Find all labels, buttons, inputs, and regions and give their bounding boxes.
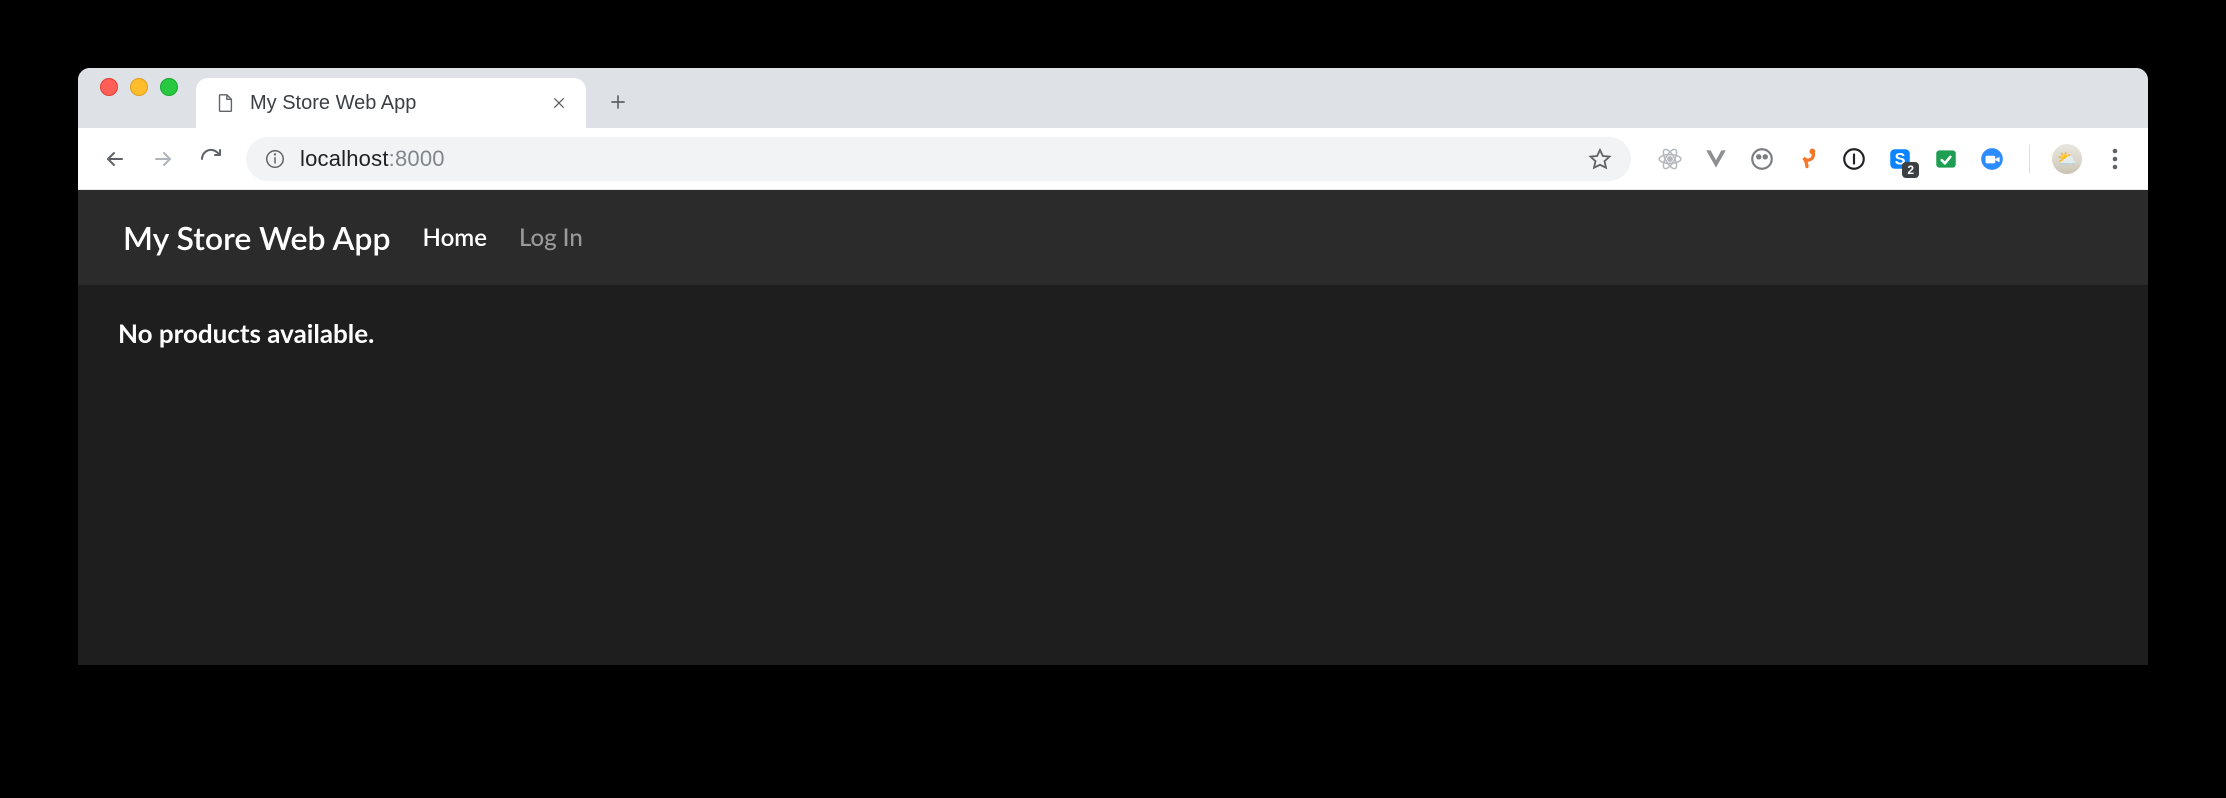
nav-forward-button[interactable]: [142, 138, 184, 180]
browser-window: My Store Web App localhost:8000: [78, 68, 2148, 665]
extensions-area: S 2 ⛅: [1655, 142, 2132, 176]
tab-title: My Store Web App: [250, 92, 536, 115]
browser-menu-button[interactable]: [2098, 142, 2132, 176]
vue-devtools-icon[interactable]: [1701, 144, 1731, 174]
address-bar[interactable]: localhost:8000: [246, 137, 1631, 181]
file-icon: [214, 92, 236, 114]
window-minimize-button[interactable]: [130, 78, 148, 96]
window-zoom-button[interactable]: [160, 78, 178, 96]
ghostery-icon[interactable]: [1747, 144, 1777, 174]
site-info-icon[interactable]: [264, 148, 286, 170]
nav-home-link[interactable]: Home: [423, 223, 487, 252]
new-tab-button[interactable]: [596, 80, 640, 124]
profile-avatar[interactable]: ⛅: [2052, 144, 2082, 174]
page-viewport: My Store Web App Home Log In No products…: [78, 190, 2148, 665]
window-close-button[interactable]: [100, 78, 118, 96]
window-controls: [92, 68, 196, 128]
app-navbar: My Store Web App Home Log In: [78, 190, 2148, 285]
toolbar-separator: [2029, 145, 2030, 173]
tab-close-button[interactable]: [550, 94, 568, 112]
cloud-icon: ⛅: [2057, 149, 2077, 169]
green-shield-icon[interactable]: [1931, 144, 1961, 174]
tab-strip: My Store Web App: [78, 68, 2148, 128]
browser-toolbar: localhost:8000: [78, 128, 2148, 190]
empty-state-text: No products available.: [118, 317, 2108, 349]
bookmark-star-icon[interactable]: [1587, 146, 1613, 172]
nav-reload-button[interactable]: [190, 138, 232, 180]
react-devtools-icon[interactable]: [1655, 144, 1685, 174]
zoom-icon[interactable]: [1977, 144, 2007, 174]
skype-icon[interactable]: S 2: [1885, 144, 1915, 174]
app-brand[interactable]: My Store Web App: [123, 218, 391, 257]
url-text: localhost:8000: [300, 146, 445, 172]
extension-badge: 2: [1902, 162, 1919, 178]
hook-icon[interactable]: [1793, 144, 1823, 174]
url-port: :8000: [389, 146, 445, 172]
page-content: No products available.: [78, 285, 2148, 381]
onepassword-icon[interactable]: [1839, 144, 1869, 174]
url-host: localhost: [300, 146, 389, 172]
browser-tab[interactable]: My Store Web App: [196, 78, 586, 128]
nav-login-link[interactable]: Log In: [519, 223, 583, 252]
nav-back-button[interactable]: [94, 138, 136, 180]
